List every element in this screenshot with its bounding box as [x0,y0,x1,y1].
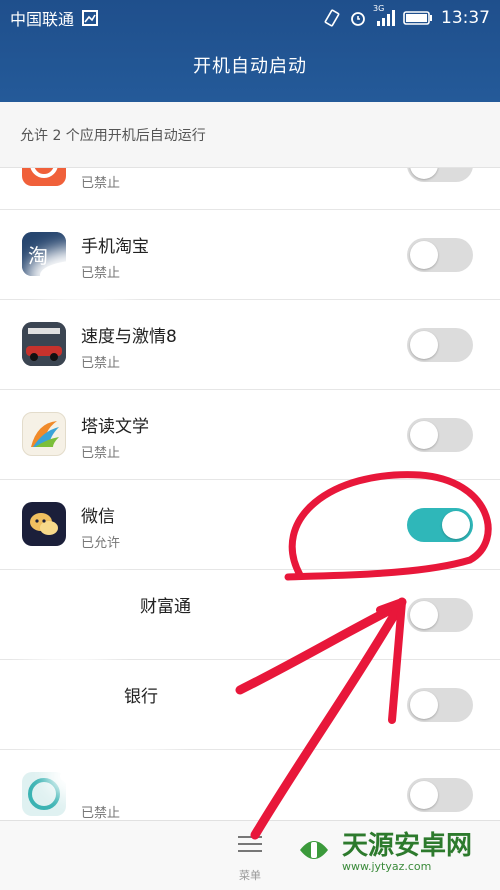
autostart-toggle[interactable] [407,688,473,722]
redaction-smudge [10,584,130,644]
list-item: 淘 手机淘宝 已禁止 [0,210,500,300]
app-name: 财富通 [140,597,191,617]
network-type-label: 3G [373,4,385,13]
redaction-smudge [60,760,180,792]
app-header: 中国联通 3G 13:37 开机自动启动 [0,0,500,102]
toggle-knob [410,601,438,629]
signal-icon: 3G [373,4,395,26]
app-status: 已禁止 [81,176,121,191]
toggle-knob [410,168,438,179]
watermark-url: www.jytyaz.com [342,859,432,873]
autostart-toggle[interactable] [407,508,473,542]
app-status: 已禁止 [81,356,121,371]
app-name: 手机淘宝 [81,237,149,257]
app-list: 已禁止 淘 手机淘宝 已禁止 速度与激情8 已禁止 塔读文学 已禁止 微信 已允… [0,168,500,820]
toggle-knob [410,421,438,449]
toggle-knob [410,781,438,809]
app-name: 速度与激情8 [81,327,177,347]
image-notification-icon [82,10,99,26]
wechat-icon [22,502,66,546]
app-status: 已禁止 [81,806,121,820]
list-item: 塔读文学 已禁止 [0,390,500,480]
fast-furious-icon [22,322,66,366]
app-status: 已允许 [81,536,121,551]
rotation-icon [323,9,341,27]
allowed-count-summary: 允许 2 个应用开机后自动运行 [0,102,500,168]
autostart-toggle[interactable] [407,778,473,812]
clock: 13:37 [441,8,490,28]
watermark-brand: 天源安卓网 [342,830,473,861]
app-name: 塔读文学 [81,417,149,437]
app-name: 微信 [81,507,115,527]
watermark-logo-icon [292,828,336,876]
cleaner-app-icon [22,772,66,816]
autostart-toggle[interactable] [407,168,473,182]
list-item: 财富通 [0,570,500,660]
battery-icon [403,10,433,26]
app-status: 已禁止 [81,446,121,461]
redaction-smudge [10,674,130,736]
toggle-knob [410,331,438,359]
list-item: 速度与激情8 已禁止 [0,300,500,390]
page-title: 开机自动启动 [193,56,307,77]
toggle-knob [410,241,438,269]
hamburger-menu-icon [238,836,262,852]
list-item: 已禁止 [0,750,500,820]
toggle-knob [410,691,438,719]
autostart-toggle[interactable] [407,598,473,632]
app-name: 银行 [124,687,158,707]
alarm-icon [349,9,367,27]
menu-button[interactable] [237,833,263,859]
toggle-knob [442,511,470,539]
carrier-label: 中国联通 [10,10,75,29]
site-watermark: 天源安卓网 www.jytyaz.com [292,828,472,876]
autostart-toggle[interactable] [407,328,473,362]
status-bar: 中国联通 3G 13:37 [0,0,500,36]
orange-app-icon [22,168,66,186]
list-item: 已禁止 [0,168,500,210]
svg-text:淘: 淘 [28,244,48,268]
autostart-toggle[interactable] [407,238,473,272]
autostart-toggle[interactable] [407,418,473,452]
list-item: 微信 已允许 [0,480,500,570]
list-item: 银行 [0,660,500,750]
app-status: 已禁止 [81,266,121,281]
taodu-icon [22,412,66,456]
